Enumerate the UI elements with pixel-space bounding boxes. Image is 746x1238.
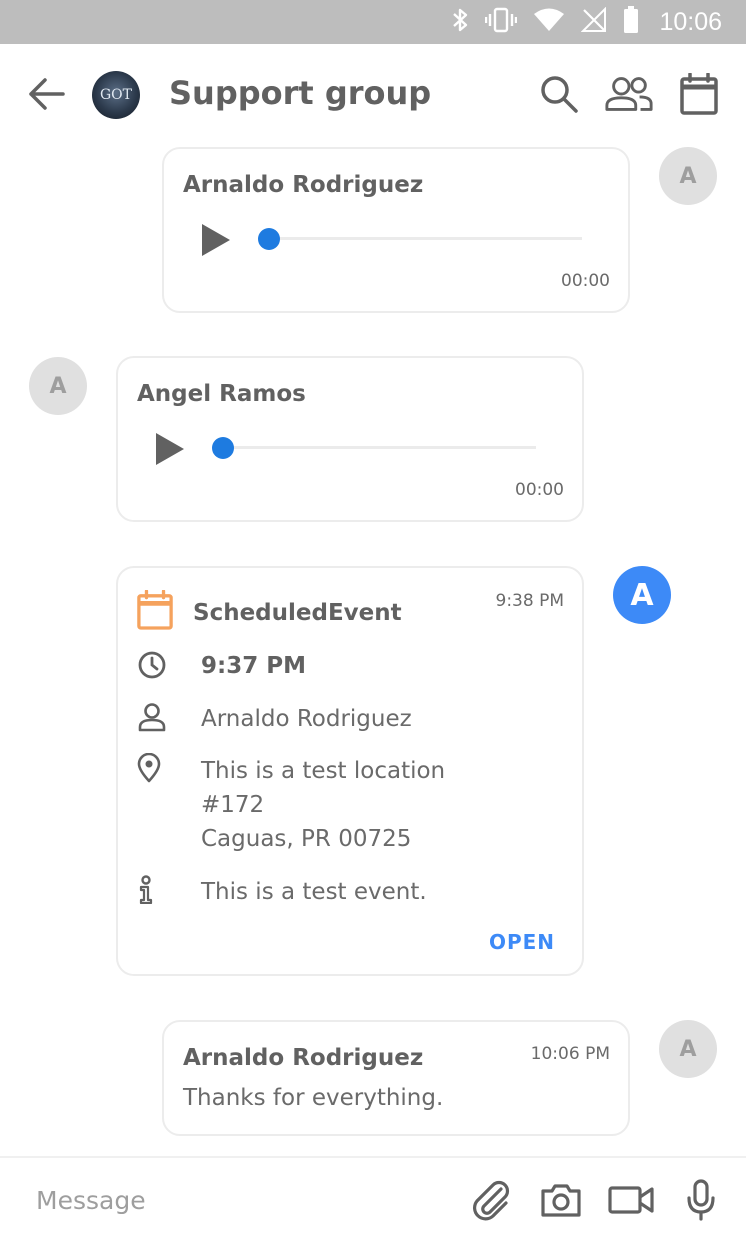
- info-icon: [139, 875, 153, 904]
- calendar-icon: [680, 73, 718, 115]
- avatar[interactable]: A: [659, 147, 717, 205]
- message-timestamp: 9:38 PM: [495, 591, 565, 611]
- location-pin-icon: [137, 753, 161, 783]
- audio-message-bubble: Arnaldo Rodriguez 00:00: [162, 147, 630, 313]
- play-icon[interactable]: [198, 222, 234, 258]
- event-organizer: Arnaldo Rodriguez: [201, 706, 412, 732]
- message-input[interactable]: [36, 1180, 436, 1220]
- audio-progress-thumb[interactable]: [212, 437, 234, 459]
- event-message-bubble: ScheduledEvent 9:38 PM 9:37 PM Arnaldo R…: [116, 566, 584, 976]
- search-icon: [541, 76, 578, 113]
- chat-messages[interactable]: Arnaldo Rodriguez 00:00 A A Angel Ramos …: [0, 144, 746, 1156]
- audio-progress-track[interactable]: [214, 446, 536, 449]
- mic-icon: [687, 1179, 715, 1221]
- app-bar: GOT Support group: [0, 44, 746, 144]
- message-timestamp: 10:06 PM: [530, 1044, 610, 1064]
- message-sender: Arnaldo Rodriguez: [183, 172, 424, 198]
- attach-button[interactable]: [468, 1178, 514, 1222]
- mic-button[interactable]: [678, 1178, 724, 1222]
- person-icon: [138, 703, 166, 732]
- clock-icon: [138, 651, 166, 679]
- message-sender: Angel Ramos: [137, 381, 306, 407]
- status-icons: 10:06: [451, 0, 722, 44]
- message-composer: [0, 1156, 746, 1238]
- composer-actions: [468, 1178, 724, 1222]
- bluetooth-icon: [451, 7, 469, 37]
- event-location-line: This is a test location: [201, 758, 446, 784]
- no-signal-icon: [581, 6, 607, 37]
- back-button[interactable]: [22, 70, 70, 118]
- group-avatar-logo: GOT: [100, 87, 132, 103]
- camera-button[interactable]: [538, 1178, 584, 1222]
- camera-icon: [541, 1184, 581, 1217]
- audio-message-bubble: Angel Ramos 00:00: [116, 356, 584, 522]
- avatar[interactable]: A: [29, 357, 87, 415]
- wifi-icon: [533, 7, 565, 37]
- event-calendar-icon: [137, 590, 173, 630]
- vibrate-icon: [485, 7, 518, 37]
- search-button[interactable]: [534, 70, 584, 118]
- video-button[interactable]: [608, 1178, 654, 1222]
- arrow-back-icon: [29, 78, 65, 110]
- status-bar: 10:06: [0, 0, 746, 44]
- status-time: 10:06: [659, 7, 722, 36]
- audio-progress-track[interactable]: [260, 237, 582, 240]
- video-icon: [608, 1186, 654, 1214]
- message-text: Thanks for everything.: [183, 1085, 444, 1111]
- audio-progress-thumb[interactable]: [258, 228, 280, 250]
- event-title: ScheduledEvent: [193, 600, 402, 626]
- battery-icon: [623, 6, 639, 38]
- avatar[interactable]: A: [659, 1020, 717, 1078]
- audio-duration: 00:00: [515, 480, 564, 500]
- message-sender: Arnaldo Rodriguez: [183, 1045, 424, 1071]
- group-avatar[interactable]: GOT: [92, 71, 140, 119]
- members-icon: [605, 77, 653, 111]
- play-icon[interactable]: [152, 431, 188, 467]
- app-bar-actions: [534, 70, 724, 118]
- event-time: 9:37 PM: [201, 653, 306, 679]
- event-location-line: Caguas, PR 00725: [201, 826, 412, 852]
- attach-icon: [473, 1180, 510, 1221]
- avatar[interactable]: A: [613, 566, 671, 624]
- event-description: This is a test event.: [201, 879, 427, 905]
- members-button[interactable]: [604, 70, 654, 118]
- event-location-line: #172: [201, 792, 265, 818]
- text-message-bubble: Arnaldo Rodriguez 10:06 PM Thanks for ev…: [162, 1020, 630, 1136]
- calendar-button[interactable]: [674, 70, 724, 118]
- page-title[interactable]: Support group: [169, 70, 431, 116]
- audio-duration: 00:00: [561, 271, 610, 291]
- open-event-button[interactable]: OPEN: [489, 930, 555, 954]
